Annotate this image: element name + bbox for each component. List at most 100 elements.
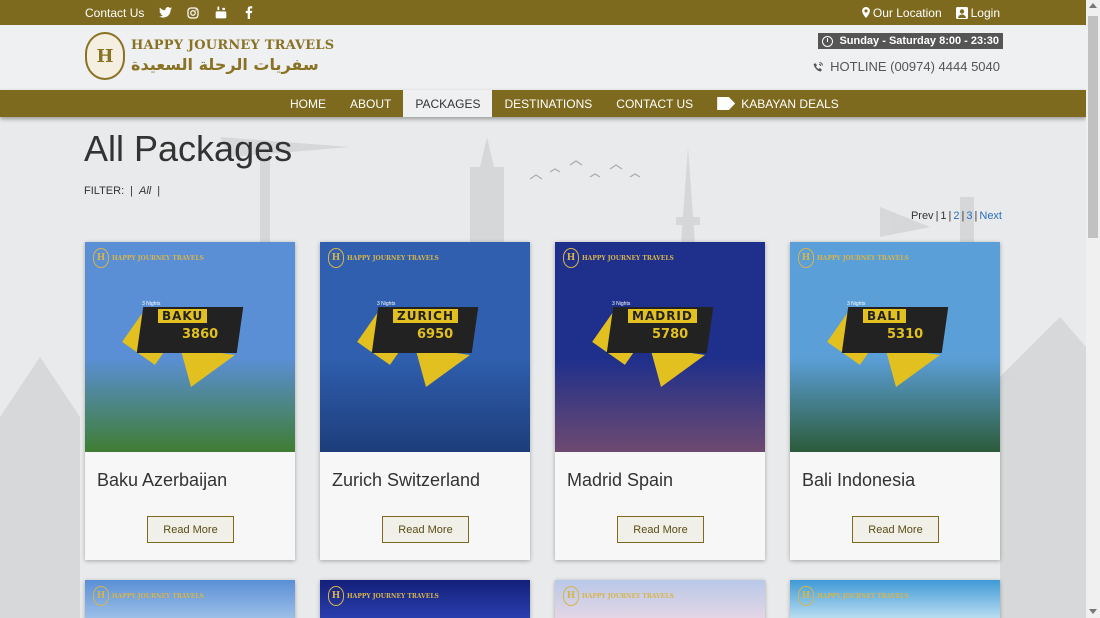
image-brand-logo: H HAPPY JOURNEY TRAVELS [563, 248, 674, 268]
logo-seal-icon: H [798, 586, 814, 606]
package-card[interactable]: H HAPPY JOURNEY TRAVELS 3 Nights ZURICH … [320, 242, 530, 560]
pager-separator: | [935, 210, 939, 222]
pager-page-1[interactable]: 1 [940, 210, 946, 222]
read-more-button[interactable]: Read More [617, 516, 704, 543]
instagram-icon[interactable] [186, 6, 200, 20]
facebook-icon[interactable] [242, 6, 256, 20]
package-grid-row-2: H HAPPY JOURNEY TRAVELS H HAPPY JOURNEY … [85, 580, 1000, 618]
hotline: HOTLINE (00974) 4444 5040 [812, 59, 1000, 74]
our-location-link[interactable]: Our Location [861, 5, 942, 20]
package-name[interactable]: Zurich Switzerland [332, 470, 480, 491]
logo-seal-icon: H [328, 586, 344, 606]
image-brand-text: HAPPY JOURNEY TRAVELS [582, 254, 674, 262]
pager-prev[interactable]: Prev [911, 210, 934, 222]
nav-about[interactable]: ABOUT [338, 90, 403, 117]
filter-all[interactable]: All [139, 185, 151, 197]
package-name[interactable]: Bali Indonesia [802, 470, 915, 491]
pager-page-3[interactable]: 3 [966, 210, 972, 222]
filter-label: FILTER: [84, 185, 125, 197]
banner-price: 6950 [417, 327, 454, 342]
package-name[interactable]: Madrid Spain [567, 470, 673, 491]
phone-ring-icon [813, 61, 824, 71]
nights-label: 3 Nights [142, 301, 161, 307]
user-icon [955, 6, 968, 19]
read-more-button[interactable]: Read More [382, 516, 469, 543]
brand-logo[interactable]: H HAPPY JOURNEY TRAVELS سفريات الرحلة ال… [85, 32, 334, 80]
pager-separator: | [948, 210, 952, 222]
hotline-text: HOTLINE (00974) 4444 5040 [830, 59, 1000, 74]
image-brand-text: HAPPY JOURNEY TRAVELS [112, 254, 204, 262]
top-utility-bar: Contact Us Our Location Login [0, 0, 1086, 25]
read-more-button[interactable]: Read More [852, 516, 939, 543]
filter-separator: | [157, 185, 161, 197]
nav-destinations[interactable]: DESTINATIONS [492, 90, 604, 117]
image-brand-logo: H HAPPY JOURNEY TRAVELS [328, 586, 439, 606]
image-brand-logo: H HAPPY JOURNEY TRAVELS [93, 586, 204, 606]
nav-kabayan-deals-label: KABAYAN DEALS [741, 96, 839, 111]
package-image[interactable]: H HAPPY JOURNEY TRAVELS 3 Nights MADRID … [555, 242, 765, 452]
read-more-button[interactable]: Read More [147, 516, 234, 543]
page-title: All Packages [84, 128, 293, 169]
package-card[interactable]: H HAPPY JOURNEY TRAVELS 3 Nights MADRID … [555, 242, 765, 560]
banner-city: ZURICH [393, 309, 458, 323]
contact-us-link[interactable]: Contact Us [85, 6, 144, 20]
pager-separator: | [974, 210, 978, 222]
opening-hours-text: Sunday - Saturday 8:00 - 23:30 [839, 35, 999, 47]
tag-icon [717, 97, 736, 110]
filter-bar: FILTER: | All | [84, 185, 160, 197]
nights-label: 3 Nights [847, 301, 866, 307]
price-banner: 3 Nights MADRID 5780 [592, 297, 725, 387]
image-brand-logo: H HAPPY JOURNEY TRAVELS [798, 586, 909, 606]
banner-city: MADRID [628, 309, 697, 323]
image-brand-text: HAPPY JOURNEY TRAVELS [582, 592, 674, 600]
logo-seal-icon: H [798, 248, 814, 268]
image-brand-logo: H HAPPY JOURNEY TRAVELS [798, 248, 909, 268]
pager-page-2[interactable]: 2 [953, 210, 959, 222]
package-card[interactable]: H HAPPY JOURNEY TRAVELS 3 Nights BALI 53… [790, 242, 1000, 560]
logo-seal-icon: H [93, 248, 109, 268]
scroll-thumb[interactable] [1088, 16, 1098, 238]
login-label: Login [970, 5, 1000, 20]
scroll-down-arrow-icon[interactable] [1089, 609, 1097, 614]
scroll-up-arrow-icon[interactable] [1089, 3, 1097, 8]
package-card-partial[interactable]: H HAPPY JOURNEY TRAVELS [85, 580, 295, 618]
pager-separator: | [961, 210, 965, 222]
package-image[interactable]: H HAPPY JOURNEY TRAVELS 3 Nights BAKU 38… [85, 242, 295, 452]
nav-kabayan-deals[interactable]: KABAYAN DEALS [705, 90, 851, 117]
clock-icon [822, 35, 834, 47]
package-card-partial[interactable]: H HAPPY JOURNEY TRAVELS [555, 580, 765, 618]
site-header: H HAPPY JOURNEY TRAVELS سفريات الرحلة ال… [0, 25, 1086, 90]
banner-price: 5310 [887, 327, 924, 342]
package-name[interactable]: Baku Azerbaijan [97, 470, 227, 491]
twitter-icon[interactable] [158, 6, 172, 20]
logo-seal-icon: H [563, 248, 579, 268]
image-brand-text: HAPPY JOURNEY TRAVELS [817, 254, 909, 262]
image-brand-text: HAPPY JOURNEY TRAVELS [112, 592, 204, 600]
pager-next[interactable]: Next [979, 210, 1002, 222]
image-brand-logo: H HAPPY JOURNEY TRAVELS [563, 586, 674, 606]
brand-name-ar: سفريات الرحلة السعيدة [131, 55, 319, 74]
nav-home[interactable]: HOME [278, 90, 338, 117]
image-brand-logo: H HAPPY JOURNEY TRAVELS [328, 248, 439, 268]
nav-contact-us[interactable]: CONTACT US [604, 90, 705, 117]
logo-seal-icon: H [93, 586, 109, 606]
page-scrollbar[interactable] [1086, 0, 1100, 618]
package-card-partial[interactable]: H HAPPY JOURNEY TRAVELS [320, 580, 530, 618]
package-card[interactable]: H HAPPY JOURNEY TRAVELS 3 Nights BAKU 38… [85, 242, 295, 560]
youtube-icon[interactable] [214, 6, 228, 20]
our-location-label: Our Location [872, 5, 942, 20]
logo-seal-icon: H [563, 586, 579, 606]
package-card-partial[interactable]: H HAPPY JOURNEY TRAVELS [790, 580, 1000, 618]
price-banner: 3 Nights ZURICH 6950 [357, 297, 490, 387]
nights-label: 3 Nights [612, 301, 631, 307]
image-brand-text: HAPPY JOURNEY TRAVELS [347, 254, 439, 262]
brand-name-en: HAPPY JOURNEY TRAVELS [131, 38, 335, 53]
package-image[interactable]: H HAPPY JOURNEY TRAVELS 3 Nights ZURICH … [320, 242, 530, 452]
banner-city: BAKU [158, 309, 208, 323]
opening-hours-badge: Sunday - Saturday 8:00 - 23:30 [818, 33, 1003, 49]
nav-packages[interactable]: PACKAGES [403, 90, 493, 117]
package-image[interactable]: H HAPPY JOURNEY TRAVELS 3 Nights BALI 53… [790, 242, 1000, 452]
image-brand-logo: H HAPPY JOURNEY TRAVELS [93, 248, 204, 268]
login-link[interactable]: Login [955, 5, 1000, 20]
filter-separator: | [130, 185, 133, 197]
